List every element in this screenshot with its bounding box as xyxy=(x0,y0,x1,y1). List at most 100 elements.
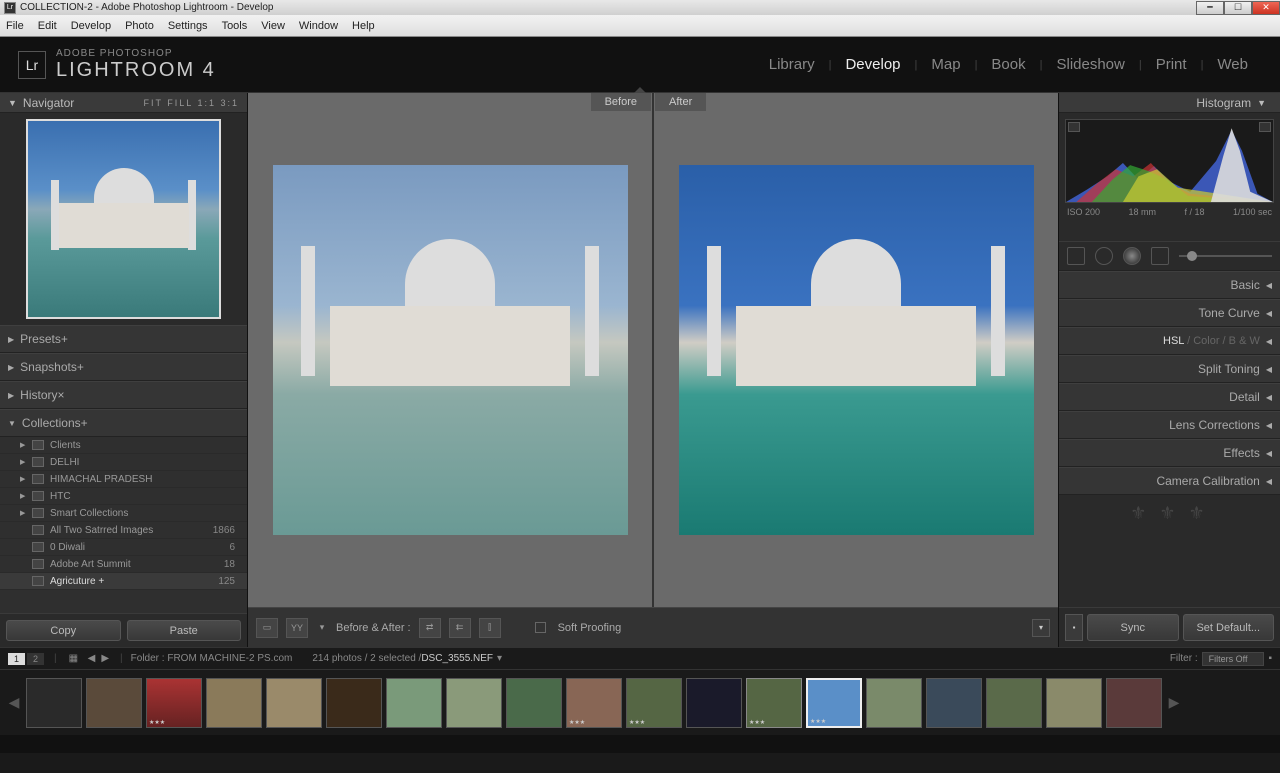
snapshots-header[interactable]: ▶Snapshots+ xyxy=(0,353,247,381)
presets-header[interactable]: ▶Presets+ xyxy=(0,325,247,353)
dropdown-icon[interactable]: ▾ xyxy=(497,653,502,664)
sync-button[interactable]: Sync xyxy=(1087,614,1179,641)
module-slideshow[interactable]: Slideshow xyxy=(1042,56,1138,73)
collection-item[interactable]: 0 Diwali6 xyxy=(0,539,247,556)
filmstrip-right-arrow-icon[interactable]: ▶ xyxy=(1166,678,1182,728)
prev-arrow-icon[interactable]: ◀ xyxy=(88,653,96,664)
after-pane[interactable]: After xyxy=(654,93,1058,607)
thumbnail[interactable] xyxy=(26,678,82,728)
thumbnail[interactable] xyxy=(866,678,922,728)
module-print[interactable]: Print xyxy=(1142,56,1201,73)
thumbnail[interactable] xyxy=(266,678,322,728)
close-button[interactable]: ✕ xyxy=(1252,1,1280,15)
copy-left-icon[interactable]: ⇇ xyxy=(449,618,471,638)
history-header[interactable]: ▶History× xyxy=(0,381,247,409)
menu-edit[interactable]: Edit xyxy=(38,20,57,32)
collection-item[interactable]: Agricuture +125 xyxy=(0,573,247,590)
brush-size-slider[interactable] xyxy=(1179,255,1272,257)
before-pane[interactable]: Before xyxy=(248,93,652,607)
module-book[interactable]: Book xyxy=(977,56,1039,73)
module-develop[interactable]: Develop xyxy=(831,56,914,73)
gradient-tool-icon[interactable] xyxy=(1151,247,1169,265)
spot-tool-icon[interactable] xyxy=(1095,247,1113,265)
menu-help[interactable]: Help xyxy=(352,20,375,32)
filter-lock-icon[interactable]: ▪ xyxy=(1268,653,1272,664)
lenscorrections-panel[interactable]: Lens Corrections◀ xyxy=(1059,411,1280,439)
thumbnail-selected[interactable]: ★★★ xyxy=(806,678,862,728)
menu-tools[interactable]: Tools xyxy=(222,20,248,32)
collection-item[interactable]: ▶Clients xyxy=(0,437,247,454)
basic-panel[interactable]: Basic◀ xyxy=(1059,271,1280,299)
module-map[interactable]: Map xyxy=(917,56,974,73)
thumbnail[interactable] xyxy=(506,678,562,728)
collection-item[interactable]: ▶DELHI xyxy=(0,454,247,471)
thumbnail[interactable] xyxy=(686,678,742,728)
set-default-button[interactable]: Set Default... xyxy=(1183,614,1275,641)
thumbnail[interactable] xyxy=(986,678,1042,728)
hsl-panel[interactable]: HSL / Color / B & W ◀ xyxy=(1059,327,1280,355)
filmstrip-left-arrow-icon[interactable]: ◀ xyxy=(6,678,22,728)
navigator-header[interactable]: ▼ Navigator FIT FILL 1:1 3:1 xyxy=(0,93,247,113)
collection-item[interactable]: ▶HTC xyxy=(0,488,247,505)
thumbnail[interactable]: ★★★ xyxy=(146,678,202,728)
thumbnail[interactable] xyxy=(386,678,442,728)
folder-path[interactable]: Folder : FROM MACHINE-2 PS.com xyxy=(131,653,293,664)
menu-settings[interactable]: Settings xyxy=(168,20,208,32)
menu-window[interactable]: Window xyxy=(299,20,338,32)
crop-tool-icon[interactable] xyxy=(1067,247,1085,265)
primary-display-button[interactable]: 1 xyxy=(8,653,25,665)
menu-file[interactable]: File xyxy=(6,20,24,32)
effects-panel[interactable]: Effects◀ xyxy=(1059,439,1280,467)
minimize-button[interactable]: ━ xyxy=(1196,1,1224,15)
maximize-button[interactable]: ☐ xyxy=(1224,1,1252,15)
paste-button[interactable]: Paste xyxy=(127,620,242,641)
plus-icon[interactable]: + xyxy=(77,360,84,374)
collection-item[interactable]: All Two Satrred Images1866 xyxy=(0,522,247,539)
tonecurve-panel[interactable]: Tone Curve◀ xyxy=(1059,299,1280,327)
thumbnail[interactable] xyxy=(446,678,502,728)
filter-dropdown[interactable]: Filters Off xyxy=(1202,652,1265,666)
thumbnail[interactable]: ★★★ xyxy=(746,678,802,728)
collection-item[interactable]: ▶HIMACHAL PRADESH xyxy=(0,471,247,488)
splittoning-panel[interactable]: Split Toning◀ xyxy=(1059,355,1280,383)
plus-icon[interactable]: + xyxy=(81,416,88,430)
collections-header[interactable]: ▼Collections+ xyxy=(0,409,247,437)
soft-proofing-checkbox[interactable] xyxy=(535,622,546,633)
menu-photo[interactable]: Photo xyxy=(125,20,154,32)
loupe-view-icon[interactable]: ▭ xyxy=(256,618,278,638)
navigator-preview[interactable] xyxy=(0,113,247,325)
histogram-graph[interactable] xyxy=(1065,119,1274,203)
redeye-tool-icon[interactable] xyxy=(1123,247,1141,265)
menu-develop[interactable]: Develop xyxy=(71,20,111,32)
cameracalibration-panel[interactable]: Camera Calibration◀ xyxy=(1059,467,1280,495)
current-file[interactable]: DSC_3555.NEF xyxy=(421,653,493,664)
collection-item[interactable]: ▶Smart Collections xyxy=(0,505,247,522)
zoom-options[interactable]: FIT FILL 1:1 3:1 xyxy=(143,98,239,108)
thumbnail[interactable] xyxy=(1106,678,1162,728)
detail-panel[interactable]: Detail◀ xyxy=(1059,383,1280,411)
thumbnail[interactable]: ★★★ xyxy=(566,678,622,728)
close-x-icon[interactable]: × xyxy=(58,388,65,402)
dropdown-icon[interactable]: ▾ xyxy=(316,618,328,638)
collection-item[interactable]: Adobe Art Summit18 xyxy=(0,556,247,573)
thumbnail[interactable] xyxy=(86,678,142,728)
thumbnail[interactable] xyxy=(926,678,982,728)
next-arrow-icon[interactable]: ▶ xyxy=(101,653,109,664)
plus-icon[interactable]: + xyxy=(61,332,68,346)
copy-button[interactable]: Copy xyxy=(6,620,121,641)
compare-view-icon[interactable]: YY xyxy=(286,618,308,638)
thumbnail[interactable] xyxy=(1046,678,1102,728)
secondary-display-button[interactable]: 2 xyxy=(27,653,44,665)
thumbnail[interactable]: ★★★ xyxy=(626,678,682,728)
module-library[interactable]: Library xyxy=(755,56,829,73)
swap-icon[interactable]: ⇄ xyxy=(419,618,441,638)
thumbnail[interactable] xyxy=(326,678,382,728)
switch-icon[interactable]: ▪ xyxy=(1065,614,1083,641)
toolbar-menu-icon[interactable]: ▾ xyxy=(1032,619,1050,637)
thumbnail[interactable] xyxy=(206,678,262,728)
histogram-header[interactable]: Histogram ▼ xyxy=(1059,93,1280,113)
grid-icon[interactable]: ▦ xyxy=(69,653,81,665)
copy-settings-icon[interactable]: ⫿ xyxy=(479,618,501,638)
module-web[interactable]: Web xyxy=(1203,56,1262,73)
menu-view[interactable]: View xyxy=(261,20,285,32)
